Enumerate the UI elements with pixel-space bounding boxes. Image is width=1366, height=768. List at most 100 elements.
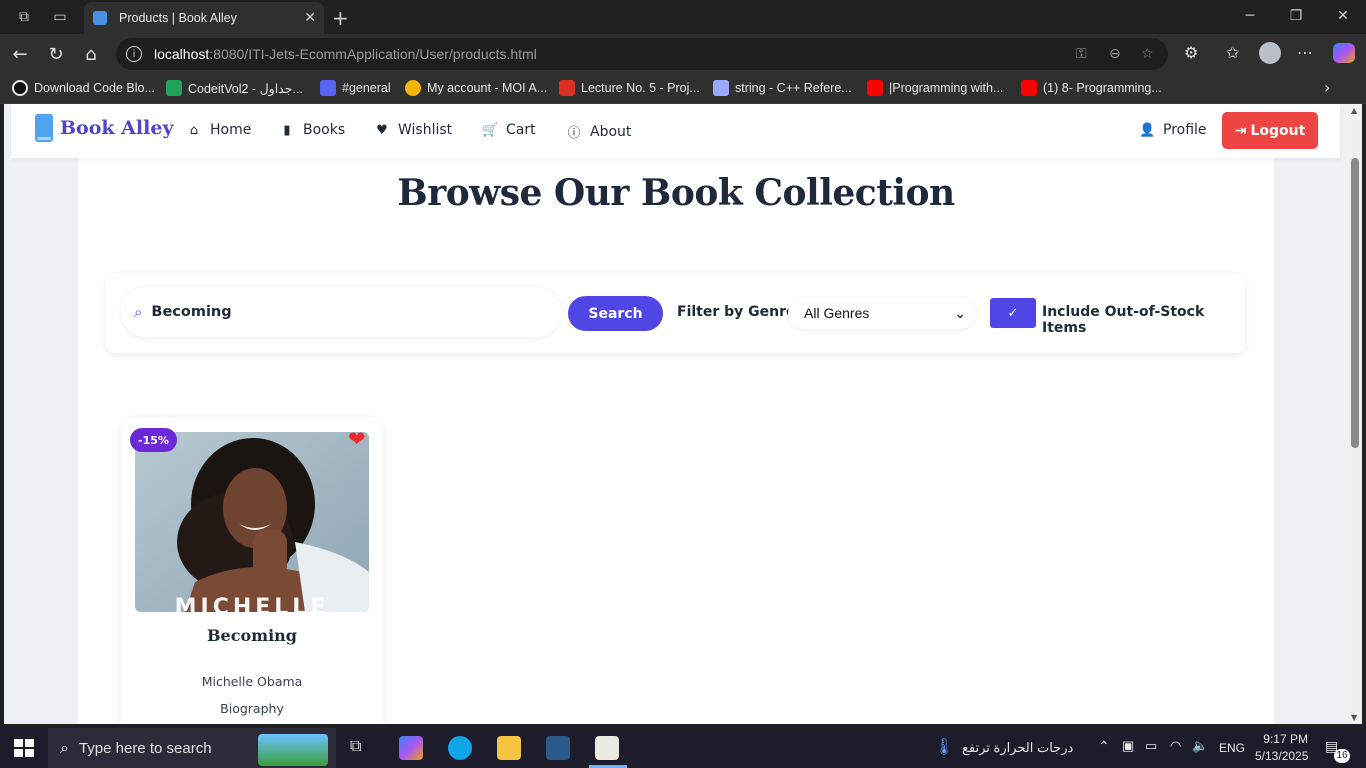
edge-app-icon[interactable] (448, 736, 472, 760)
language-indicator[interactable]: ENG (1219, 741, 1245, 755)
meet-icon[interactable]: ▣ (1122, 738, 1134, 754)
scrollbar-thumb[interactable] (1351, 158, 1359, 448)
password-key-icon[interactable]: ⚿ (1076, 46, 1087, 62)
bookmark-item[interactable]: My account - MOI A... (405, 80, 547, 96)
bookmark-item[interactable]: |Programming with... (867, 80, 1003, 96)
bookmarks-bar: Download Code Blo... CodeitVol2 - جداول.… (0, 74, 1366, 104)
page-scrollbar[interactable]: ▲ ▼ (1348, 104, 1362, 724)
bookmark-favicon-icon (12, 80, 28, 96)
book-cover-art (135, 432, 369, 612)
new-tab-icon[interactable]: + (332, 6, 349, 30)
taskbar-search[interactable]: ⌕ Type here to search (48, 728, 336, 768)
book-cover-image[interactable]: MICHELLE (135, 432, 369, 612)
page-viewport: Book Alley ⌂ Home ▮ Books ♥ Wishlist 🛒 Cart … (4, 104, 1348, 724)
volume-icon[interactable]: 🔈 (1192, 738, 1208, 754)
genre-select[interactable]: All Genres ⌄ (788, 297, 976, 329)
logout-button[interactable]: ⇥ Logout (1222, 112, 1318, 149)
book-icon: ▮ (283, 122, 291, 138)
bookmark-item[interactable]: string - C++ Refere... (713, 80, 852, 96)
book-title[interactable]: Becoming (121, 626, 383, 645)
zoom-icon[interactable]: ⊖ (1109, 46, 1121, 62)
wifi-icon[interactable]: ◠ (1170, 738, 1181, 754)
site-info-icon[interactable]: i (126, 46, 142, 62)
page-title: Browse Our Book Collection (397, 172, 955, 214)
nav-profile[interactable]: 👤 Profile (1139, 122, 1207, 138)
search-input-value[interactable]: Becoming (151, 304, 231, 320)
taskbar-search-placeholder: Type here to search (78, 739, 212, 757)
search-button[interactable]: Search (568, 296, 663, 331)
favorite-star-icon[interactable]: ☆ (1141, 46, 1154, 62)
clock-time[interactable]: 9:17 PM (1258, 732, 1308, 746)
task-view-icon[interactable]: ⧉ (350, 738, 361, 756)
nav-books[interactable]: ▮ Books (279, 122, 345, 138)
nav-about[interactable]: ⓘ About (566, 122, 631, 142)
scroll-up-icon[interactable]: ▲ (1351, 106, 1357, 115)
site-navbar: Book Alley ⌂ Home ▮ Books ♥ Wishlist 🛒 Cart … (11, 104, 1340, 158)
tab-actions-icon[interactable]: ▭ (51, 8, 69, 26)
chevron-down-icon: ⌄ (954, 304, 966, 321)
user-icon: 👤 (1139, 122, 1156, 138)
tab-favicon-icon (93, 11, 107, 25)
search-input[interactable]: ⌕ Becoming (121, 287, 561, 337)
tray-overflow-chevron-icon[interactable]: ⌃ (1098, 738, 1110, 755)
nav-home[interactable]: ⌂ Home (186, 122, 251, 138)
cplusplus-icon (713, 80, 729, 96)
cover-overlay-text: MICHELLE (174, 595, 330, 612)
thermometer-icon[interactable]: 🌡 (934, 737, 954, 757)
extensions-icon[interactable]: ⚙ (1184, 43, 1198, 62)
weather-text[interactable]: درجات الحرارة ترتفع (962, 740, 1073, 756)
bookmark-item[interactable]: #general (320, 80, 391, 96)
cart-icon: 🛒 (482, 122, 499, 138)
clock-date[interactable]: 5/13/2025 (1255, 749, 1308, 763)
heart-icon: ♥ (376, 122, 388, 138)
close-window-icon[interactable]: ✕ (1333, 8, 1353, 24)
browser-title-bar: ⧉ ▭ Products | Book Alley ✕ + ─ ❐ ✕ (0, 0, 1366, 34)
genre-filter-label: Filter by Genre: (677, 304, 802, 320)
workspaces-icon[interactable]: ⧉ (15, 8, 33, 26)
bookmarks-overflow-chevron-icon[interactable]: › (1324, 78, 1330, 97)
youtube-icon (1021, 80, 1037, 96)
bookmark-item[interactable]: Download Code Blo... (12, 80, 155, 96)
nav-cart[interactable]: 🛒 Cart (482, 122, 536, 138)
java-app-icon[interactable] (595, 736, 619, 760)
favorites-icon[interactable]: ✩ (1226, 43, 1239, 62)
scroll-down-icon[interactable]: ▼ (1351, 713, 1357, 722)
youtube-icon (867, 80, 883, 96)
battery-icon[interactable]: ▭ (1145, 738, 1157, 754)
minimize-icon[interactable]: ─ (1240, 8, 1260, 24)
product-card[interactable]: -15% ❤ MICHELLE Becoming Michelle Obama … (121, 418, 383, 724)
copilot-icon[interactable] (1333, 43, 1355, 63)
pdf-icon (559, 80, 575, 96)
restore-icon[interactable]: ❐ (1286, 8, 1306, 24)
profile-avatar[interactable] (1259, 42, 1281, 64)
discount-badge: -15% (130, 428, 177, 452)
browser-tab-products[interactable]: Products | Book Alley ✕ (84, 2, 324, 34)
search-highlight-image (258, 734, 328, 766)
home-icon[interactable]: ⌂ (80, 43, 102, 65)
mysql-workbench-icon[interactable] (546, 736, 570, 760)
logout-icon: ⇥ (1234, 122, 1247, 139)
sheets-icon (166, 80, 182, 96)
out-of-stock-label[interactable]: Include Out-of-Stock Items (1042, 304, 1245, 336)
back-icon[interactable]: ← (9, 43, 31, 65)
url-text[interactable]: localhost:8080/ITI-Jets-EcommApplication… (154, 46, 537, 62)
logo-text: Book Alley (60, 117, 174, 139)
out-of-stock-checkbox[interactable]: ✓ (990, 298, 1036, 328)
copilot-app-icon[interactable] (399, 736, 423, 760)
more-menu-icon[interactable]: ⋯ (1297, 43, 1313, 62)
refresh-icon[interactable]: ↻ (45, 43, 67, 65)
genre-select-value: All Genres (804, 305, 870, 321)
close-tab-icon[interactable]: ✕ (304, 10, 316, 26)
wishlist-heart-icon[interactable]: ❤ (348, 427, 366, 451)
bookmark-item[interactable]: Lecture No. 5 - Proj... (559, 80, 700, 96)
file-explorer-icon[interactable] (497, 736, 521, 760)
bookmark-item[interactable]: CodeitVol2 - جداول... (166, 80, 303, 96)
nav-wishlist[interactable]: ♥ Wishlist (374, 122, 452, 138)
site-logo[interactable]: Book Alley (35, 114, 174, 142)
discord-icon (320, 80, 336, 96)
windows-start-icon[interactable] (14, 739, 34, 757)
info-icon: ⓘ (567, 126, 581, 141)
address-bar[interactable]: i localhost:8080/ITI-Jets-EcommApplicati… (116, 38, 1168, 70)
house-icon: ⌂ (189, 122, 199, 138)
bookmark-item[interactable]: (1) 8- Programming... (1021, 80, 1162, 96)
